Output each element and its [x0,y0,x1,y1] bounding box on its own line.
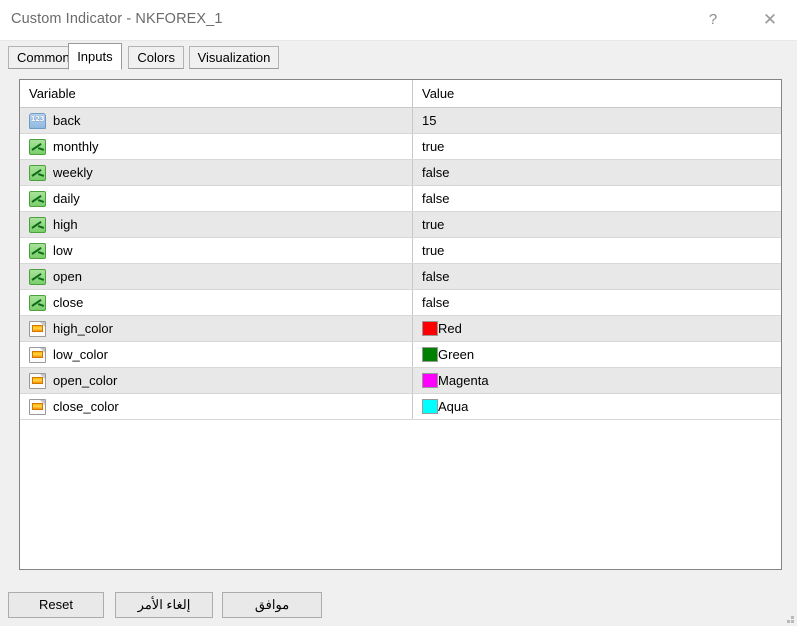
variable-name: close_color [53,399,119,414]
table-row[interactable]: close_color Aqua [20,394,781,420]
resize-grip-icon[interactable] [782,611,794,623]
grip-dot [791,620,794,623]
variable-name: daily [53,191,80,206]
cell-value[interactable]: Aqua [413,394,782,420]
color-icon [29,373,46,389]
window-titlebar: Custom Indicator - NKFOREX_1 ? ✕ [0,0,797,41]
bool-icon [29,165,46,181]
column-header-value[interactable]: Value [413,80,782,108]
cell-variable[interactable]: back [20,108,413,134]
cell-variable[interactable]: open [20,264,413,290]
table-row[interactable]: daily false [20,186,781,212]
value-text: Magenta [438,373,489,388]
variable-name: high_color [53,321,113,336]
value-text: Green [438,347,474,362]
value-text: true [422,243,444,258]
table-row[interactable]: open false [20,264,781,290]
cell-value[interactable]: Green [413,342,782,368]
tab-visualization[interactable]: Visualization [189,46,280,69]
reset-button[interactable]: Reset [8,592,104,618]
table-row[interactable]: low_color Green [20,342,781,368]
column-header-variable[interactable]: Variable [20,80,413,108]
bool-icon [29,139,46,155]
value-text: false [422,295,449,310]
variable-name: low [53,243,73,258]
bool-icon [29,295,46,311]
cell-variable[interactable]: low_color [20,342,413,368]
cell-value[interactable]: 15 [413,108,782,134]
table-row[interactable]: back 15 [20,108,781,134]
table-row[interactable]: monthly true [20,134,781,160]
variable-name: weekly [53,165,93,180]
color-swatch [422,399,438,414]
help-icon[interactable]: ? [690,0,736,39]
cell-variable[interactable]: close [20,290,413,316]
value-text: 15 [422,113,436,128]
variable-name: back [53,113,80,128]
table-row[interactable]: high true [20,212,781,238]
cell-variable[interactable]: open_color [20,368,413,394]
cell-value[interactable]: true [413,212,782,238]
color-icon [29,347,46,363]
table-row[interactable]: open_color Magenta [20,368,781,394]
cell-variable[interactable]: weekly [20,160,413,186]
table-row[interactable]: low true [20,238,781,264]
value-text: true [422,217,444,232]
cell-value[interactable]: false [413,160,782,186]
cell-variable[interactable]: monthly [20,134,413,160]
cell-value[interactable]: Magenta [413,368,782,394]
grip-dot [787,620,790,623]
table-row[interactable]: high_color Red [20,316,781,342]
cell-variable[interactable]: close_color [20,394,413,420]
cell-variable[interactable]: high [20,212,413,238]
value-text: true [422,139,444,154]
color-swatch [422,373,438,388]
window-title: Custom Indicator - NKFOREX_1 [11,11,223,27]
bool-icon [29,191,46,207]
ok-button[interactable]: موافق [222,592,322,618]
variable-name: high [53,217,78,232]
bool-icon [29,269,46,285]
bool-icon [29,243,46,259]
color-icon [29,321,46,337]
cell-value[interactable]: true [413,238,782,264]
tab-colors[interactable]: Colors [128,46,184,69]
value-text: false [422,165,449,180]
variable-name: open_color [53,373,117,388]
variable-name: close [53,295,83,310]
cell-value[interactable]: false [413,186,782,212]
table-row[interactable]: weekly false [20,160,781,186]
cell-value[interactable]: true [413,134,782,160]
cell-variable[interactable]: low [20,238,413,264]
table-body: back 15 monthly true weekly false daily false hi… [20,108,781,420]
value-text: Aqua [438,399,468,414]
table-row[interactable]: close false [20,290,781,316]
integer-icon [29,113,46,129]
variable-name: monthly [53,139,99,154]
inputs-table-panel: Variable Value back 15 monthly true weekly fa… [19,79,782,570]
color-swatch [422,321,438,336]
cell-value[interactable]: false [413,290,782,316]
color-icon [29,399,46,415]
tab-bar: CommonInputsColorsVisualization [0,40,797,70]
grip-dot [791,616,794,619]
variable-name: low_color [53,347,108,362]
value-text: false [422,269,449,284]
value-text: false [422,191,449,206]
table-header-row: Variable Value [20,80,781,108]
inputs-table: Variable Value back 15 monthly true weekly fa… [20,80,781,420]
cell-variable[interactable]: high_color [20,316,413,342]
color-swatch [422,347,438,362]
value-text: Red [438,321,462,336]
close-icon[interactable]: ✕ [747,0,793,39]
variable-name: open [53,269,82,284]
cancel-button[interactable]: إلغاء الأمر [115,592,213,618]
tab-inputs[interactable]: Inputs [68,43,121,70]
cell-variable[interactable]: daily [20,186,413,212]
cell-value[interactable]: Red [413,316,782,342]
cell-value[interactable]: false [413,264,782,290]
bool-icon [29,217,46,233]
